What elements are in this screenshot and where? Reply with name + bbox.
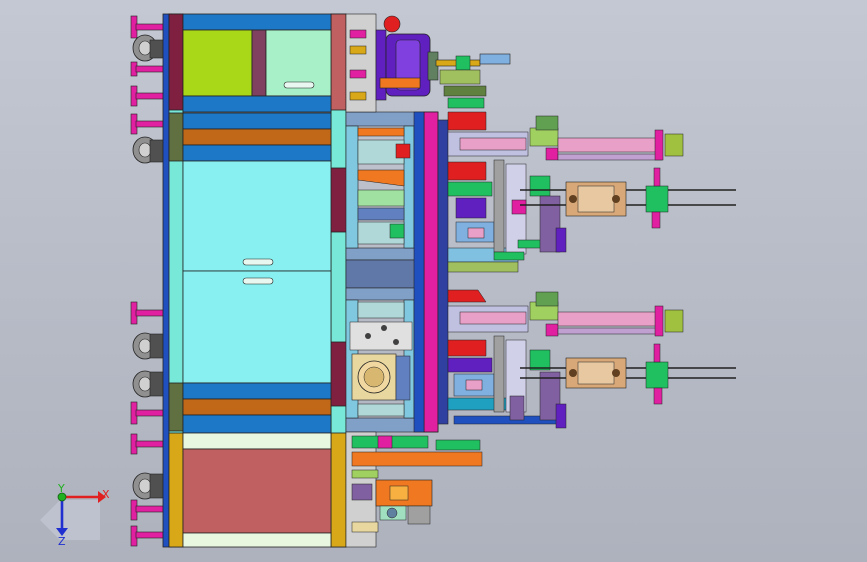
cad-viewport[interactable]: X Y Z [0, 0, 867, 562]
handle-icon [242, 277, 274, 285]
handle-icon [283, 81, 315, 89]
z-axis-label: Z [58, 535, 66, 548]
machine-assembly-drawing: X Y Z [40, 13, 736, 548]
handle-icon [242, 258, 274, 266]
left-caster-column [130, 15, 165, 547]
top-rotary-assembly [345, 13, 511, 113]
bottom-station [345, 431, 483, 548]
x-axis-label: X [102, 488, 110, 501]
coordinate-triad: X Y Z [40, 482, 110, 548]
main-frame [162, 13, 348, 548]
y-axis-label: Y [57, 482, 65, 495]
